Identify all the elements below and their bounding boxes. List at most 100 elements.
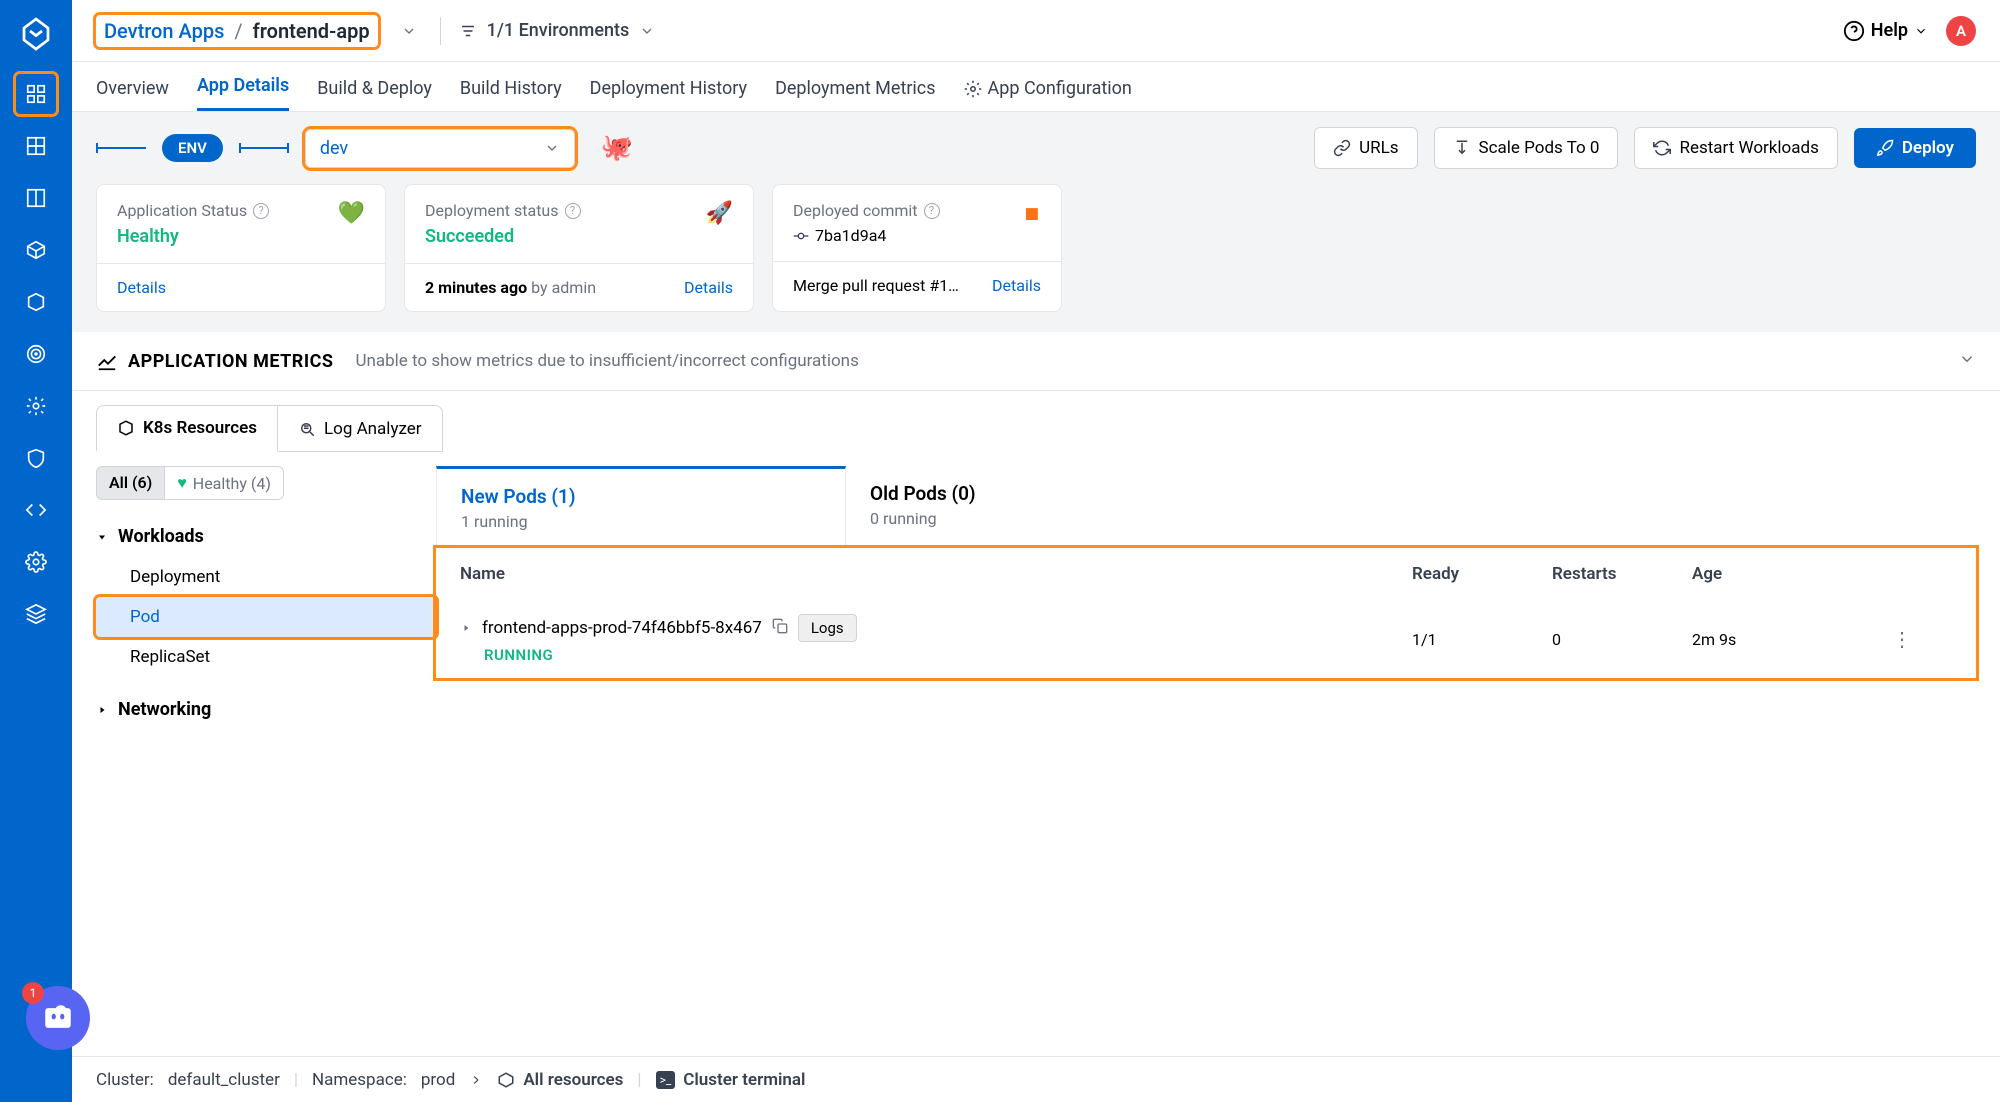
caret-right-icon[interactable] xyxy=(460,622,472,634)
deploy-label: Deploy xyxy=(1902,138,1954,158)
scale-icon xyxy=(1453,139,1471,157)
resource-subtabs: K8s Resources Log Analyzer xyxy=(72,391,2000,466)
tab-build-deploy[interactable]: Build & Deploy xyxy=(317,78,432,111)
chevron-right-icon xyxy=(469,1073,483,1087)
nav-cube-icon[interactable] xyxy=(14,280,58,324)
tree-item-replicaset[interactable]: ReplicaSet xyxy=(96,637,436,677)
deploy-details-link[interactable]: Details xyxy=(684,278,733,297)
col-age: Age xyxy=(1692,564,1892,584)
tree-workloads-header[interactable]: Workloads xyxy=(96,516,436,557)
metrics-title: APPLICATION METRICS xyxy=(128,351,333,372)
nav-box-icon[interactable] xyxy=(14,228,58,272)
status-cards: Application Status ? Healthy 💚 Details D… xyxy=(72,184,2000,332)
env-filter[interactable]: 1/1 Environments xyxy=(459,20,656,41)
nav-code-icon[interactable] xyxy=(14,488,58,532)
deploy-time: 2 minutes ago xyxy=(425,278,527,297)
cluster-terminal-link[interactable]: >_ Cluster terminal xyxy=(656,1070,806,1090)
all-resources-link[interactable]: All resources xyxy=(497,1070,623,1090)
subtab-log-label: Log Analyzer xyxy=(324,419,422,439)
pod-name: frontend-apps-prod-74f46bbf5-8x467 xyxy=(482,618,762,638)
help-icon[interactable]: ? xyxy=(565,203,581,219)
nav-workloads-icon[interactable] xyxy=(14,176,58,220)
nav-target-icon[interactable] xyxy=(14,332,58,376)
git-icon: ◆ xyxy=(1018,199,1048,229)
subtab-k8s-label: K8s Resources xyxy=(143,418,257,438)
tree-item-deployment[interactable]: Deployment xyxy=(96,557,436,597)
divider xyxy=(440,17,441,45)
col-name: Name xyxy=(460,564,1412,584)
divider: | xyxy=(294,1070,298,1090)
tree-workloads-label: Workloads xyxy=(118,526,204,547)
all-resources-label: All resources xyxy=(523,1070,623,1090)
app-status-details-link[interactable]: Details xyxy=(117,278,166,297)
pod-ready: 1/1 xyxy=(1412,630,1552,649)
env-filter-label: 1/1 Environments xyxy=(487,20,630,41)
tab-app-config-label: App Configuration xyxy=(988,78,1132,99)
tab-app-details[interactable]: App Details xyxy=(197,75,289,111)
pod-tab-old[interactable]: Old Pods (0) 0 running xyxy=(846,466,1256,547)
urls-button[interactable]: URLs xyxy=(1314,127,1417,169)
help-button[interactable]: Help xyxy=(1843,20,1928,42)
app-switcher-chevron[interactable] xyxy=(396,18,422,44)
restart-workloads-button[interactable]: Restart Workloads xyxy=(1634,127,1837,169)
logs-button[interactable]: Logs xyxy=(798,614,857,642)
filter-healthy-label: Healthy (4) xyxy=(193,474,271,493)
heart-icon: 💚 xyxy=(338,201,365,226)
tree-item-pod[interactable]: Pod xyxy=(96,597,436,637)
tabs: Overview App Details Build & Deploy Buil… xyxy=(72,62,2000,112)
user-avatar[interactable]: A xyxy=(1946,16,1976,46)
tab-app-configuration[interactable]: App Configuration xyxy=(964,78,1132,111)
nav-charts-icon[interactable] xyxy=(14,124,58,168)
breadcrumb-current: frontend-app xyxy=(253,19,370,43)
rocket-icon: 🚀 xyxy=(706,201,733,226)
tree-networking-header[interactable]: Networking xyxy=(96,689,436,730)
card-app-status: Application Status ? Healthy 💚 Details xyxy=(96,184,386,312)
namespace-value: prod xyxy=(421,1070,455,1090)
env-select[interactable]: dev xyxy=(305,129,575,168)
mascot-icon: 🐙 xyxy=(601,133,633,163)
tab-build-history[interactable]: Build History xyxy=(460,78,562,111)
tree-networking-label: Networking xyxy=(118,699,211,720)
help-label: Help xyxy=(1871,20,1908,41)
search-doc-icon xyxy=(298,420,316,438)
commit-details-link[interactable]: Details xyxy=(992,276,1041,295)
caret-right-icon xyxy=(96,704,108,716)
sidebar xyxy=(0,0,72,1102)
filter-all[interactable]: All (6) xyxy=(96,466,165,500)
nav-apps-icon[interactable] xyxy=(14,72,58,116)
tab-deployment-metrics[interactable]: Deployment Metrics xyxy=(775,78,935,111)
gear-icon xyxy=(964,80,982,98)
tab-overview[interactable]: Overview xyxy=(96,78,169,111)
subtab-k8s-resources[interactable]: K8s Resources xyxy=(96,405,278,452)
pod-age: 2m 9s xyxy=(1692,630,1892,649)
deploy-button[interactable]: Deploy xyxy=(1854,128,1976,168)
card-deployment-status: Deployment status ? Succeeded 🚀 2 minute… xyxy=(404,184,754,312)
breadcrumb-sep: / xyxy=(234,19,242,43)
scale-label: Scale Pods To 0 xyxy=(1479,138,1600,158)
cluster-terminal-label: Cluster terminal xyxy=(683,1070,805,1090)
pod-tab-new[interactable]: New Pods (1) 1 running xyxy=(436,466,846,547)
col-ready: Ready xyxy=(1412,564,1552,584)
nav-shield-icon[interactable] xyxy=(14,436,58,480)
breadcrumb-group[interactable]: Devtron Apps xyxy=(104,19,224,43)
urls-label: URLs xyxy=(1359,138,1398,158)
deploy-status-value: Succeeded xyxy=(425,226,581,247)
deploy-status-label: Deployment status xyxy=(425,201,559,220)
subtab-log-analyzer[interactable]: Log Analyzer xyxy=(278,405,443,452)
help-icon[interactable]: ? xyxy=(253,203,269,219)
nav-settings-icon[interactable] xyxy=(14,384,58,428)
pod-row: frontend-apps-prod-74f46bbf5-8x467 Logs … xyxy=(436,600,1976,678)
filter-healthy[interactable]: ♥ Healthy (4) xyxy=(165,466,284,500)
cluster-label: Cluster: xyxy=(96,1070,154,1090)
scale-pods-button[interactable]: Scale Pods To 0 xyxy=(1434,127,1619,169)
copy-icon[interactable] xyxy=(772,618,788,638)
env-selected: dev xyxy=(320,138,348,159)
nav-stack-icon[interactable] xyxy=(14,592,58,636)
metrics-expand[interactable] xyxy=(1958,350,1976,372)
link-icon xyxy=(1333,139,1351,157)
tab-deployment-history[interactable]: Deployment History xyxy=(590,78,747,111)
pod-menu-button[interactable]: ⋮ xyxy=(1892,627,1952,651)
help-icon[interactable]: ? xyxy=(924,203,940,219)
nav-gear-icon[interactable] xyxy=(14,540,58,584)
resources-icon xyxy=(497,1071,515,1089)
